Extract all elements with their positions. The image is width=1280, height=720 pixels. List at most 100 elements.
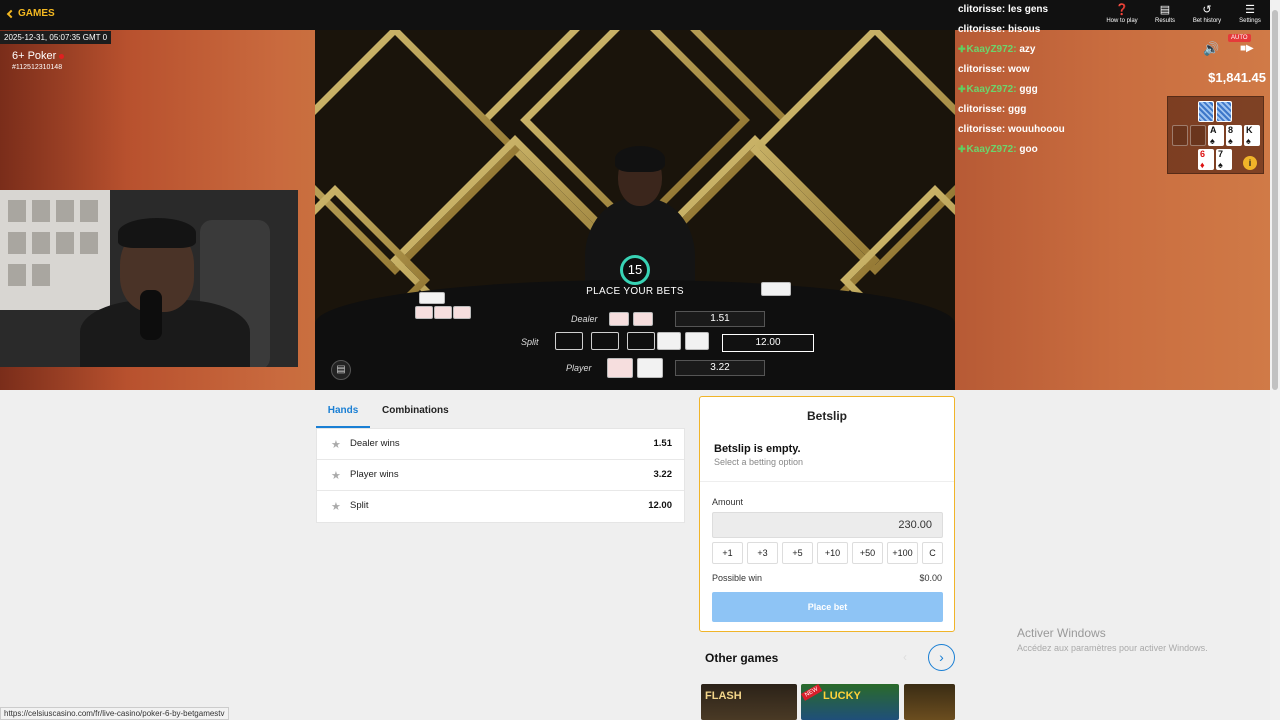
chat-user: clitorisse: xyxy=(958,124,1006,135)
status-bar-url: https://celsiuscasino.com/fr/live-casino… xyxy=(0,707,229,720)
bet-history-button[interactable]: ↺ Bet history xyxy=(1187,4,1227,24)
betslip-panel: Betslip Betslip is empty. Select a betti… xyxy=(699,396,955,632)
chat-message: clitorisse: wouuhooou xyxy=(958,124,1178,144)
amount-label: Amount xyxy=(712,497,744,507)
chip-plus-5-button[interactable]: +5 xyxy=(782,542,813,564)
favorite-star-icon[interactable]: ★ xyxy=(331,500,341,513)
bet-options-list: ★ Dealer wins 1.51 ★ Player wins 3.22 ★ … xyxy=(316,428,685,523)
bet-option-odds: 3.22 xyxy=(653,469,673,480)
card-slot xyxy=(1172,125,1188,146)
chat-user: KaayZ972: xyxy=(958,144,1017,155)
chevron-right-icon[interactable]: › xyxy=(928,644,955,671)
board-card: 6 ♦ xyxy=(1198,149,1214,170)
player-card xyxy=(637,358,663,378)
webcam-shelf xyxy=(0,190,110,310)
split-card-slot xyxy=(627,332,655,350)
bet-option-label: Dealer wins xyxy=(350,438,400,449)
bet-option-player-wins[interactable]: ★ Player wins 3.22 xyxy=(317,460,684,491)
bet-option-dealer-wins[interactable]: ★ Dealer wins 1.51 xyxy=(317,429,684,460)
chat-message: clitorisse: ggg xyxy=(958,104,1178,124)
page-scrollbar[interactable] xyxy=(1270,0,1280,720)
chip-plus-1-button[interactable]: +1 xyxy=(712,542,743,564)
split-odds-button[interactable]: 12.00 xyxy=(722,334,814,352)
settings-button[interactable]: ☰ Settings xyxy=(1230,4,1270,24)
chat-message: KaayZ972: azy xyxy=(958,44,1178,64)
other-games-title: Other games xyxy=(705,651,779,665)
dealer-odds-button[interactable]: 1.51 xyxy=(675,311,765,327)
chat-text: wouuhooou xyxy=(1008,124,1065,135)
chat-message: KaayZ972: ggg xyxy=(958,84,1178,104)
clear-amount-button[interactable]: C xyxy=(922,542,943,564)
chat-user: KaayZ972: xyxy=(958,44,1017,55)
camera-icon[interactable]: ■▶ xyxy=(1240,43,1254,54)
chat-text: les gens xyxy=(1008,4,1049,15)
chat-toggle-icon[interactable]: ▤ xyxy=(331,360,351,380)
games-link-label: GAMES xyxy=(18,8,55,19)
deck-card xyxy=(434,306,452,319)
windows-activation-subtitle: Accédez aux paramètres pour activer Wind… xyxy=(1017,643,1208,653)
chat-message: clitorisse: wow xyxy=(958,64,1178,84)
board-card: A ♠ xyxy=(1208,125,1224,146)
volume-icon[interactable]: 🔊 xyxy=(1203,41,1219,57)
place-bet-button[interactable]: Place bet xyxy=(712,592,943,622)
board-card: 7 ♠ xyxy=(1216,149,1232,170)
new-badge: NEW xyxy=(801,684,823,701)
auto-badge: AUTO xyxy=(1228,34,1251,42)
card-slot xyxy=(1190,125,1206,146)
stream-chat: clitorisse: les gens clitorisse: bisous … xyxy=(958,4,1178,164)
chat-user: clitorisse: xyxy=(958,104,1006,115)
info-icon[interactable]: i xyxy=(1243,156,1257,170)
betslip-title: Betslip xyxy=(806,409,847,423)
chip-plus-100-button[interactable]: +100 xyxy=(887,542,918,564)
board-card: K ♠ xyxy=(1244,125,1260,146)
scrollbar-thumb[interactable] xyxy=(1272,10,1278,390)
chip-plus-10-button[interactable]: +10 xyxy=(817,542,848,564)
game-thumbnail[interactable]: FLASH xyxy=(701,684,797,720)
game-title-text: 6+ Poker xyxy=(12,50,57,62)
chat-user: clitorisse: xyxy=(958,24,1006,35)
dealer-row-label: Dealer xyxy=(571,314,598,324)
dealer-card xyxy=(609,312,629,326)
bet-timer: 15 xyxy=(620,255,650,285)
settings-icon: ☰ xyxy=(1245,4,1255,16)
chevron-left-icon xyxy=(6,9,16,18)
chat-text: ggg xyxy=(1019,84,1038,95)
player-odds-button[interactable]: 3.22 xyxy=(675,360,765,376)
bet-option-odds: 12.00 xyxy=(648,500,672,511)
chevron-left-icon[interactable]: ‹ xyxy=(903,650,907,664)
card-shoe xyxy=(761,282,791,296)
amount-input[interactable] xyxy=(712,512,943,538)
chat-user: clitorisse: xyxy=(958,64,1006,75)
deck-card xyxy=(419,292,445,304)
possible-win-label: Possible win xyxy=(712,573,763,583)
tab-combinations[interactable]: Combinations xyxy=(382,400,449,428)
chat-user: clitorisse: xyxy=(958,4,1006,15)
chat-text: bisous xyxy=(1008,24,1041,35)
bet-option-label: Player wins xyxy=(350,469,399,480)
bet-history-label: Bet history xyxy=(1192,18,1222,24)
favorite-star-icon[interactable]: ★ xyxy=(331,438,341,451)
games-back-link[interactable]: GAMES xyxy=(6,8,55,19)
divider xyxy=(700,481,954,482)
chip-plus-3-button[interactable]: +3 xyxy=(747,542,778,564)
webcam-person-hair xyxy=(118,218,196,248)
chip-plus-50-button[interactable]: +50 xyxy=(852,542,883,564)
balance-display: $1,841.45 xyxy=(1208,70,1266,85)
chat-user: KaayZ972: xyxy=(958,84,1017,95)
deck-card xyxy=(415,306,433,319)
game-thumbnail[interactable] xyxy=(904,684,955,720)
card-back xyxy=(1216,101,1232,122)
settings-label: Settings xyxy=(1239,18,1261,24)
bet-option-label: Split xyxy=(350,500,369,511)
favorite-star-icon[interactable]: ★ xyxy=(331,469,341,482)
player-row-label: Player xyxy=(566,363,592,373)
game-thumbnail[interactable]: NEW LUCKY xyxy=(801,684,899,720)
split-row-label: Split xyxy=(521,337,539,347)
tab-hands[interactable]: Hands xyxy=(316,400,370,428)
windows-activation-title: Activer Windows xyxy=(1017,626,1106,640)
bet-option-split[interactable]: ★ Split 12.00 xyxy=(317,491,684,522)
split-card xyxy=(657,332,681,350)
game-round-id: #112512310148 xyxy=(12,64,63,71)
dealer-card xyxy=(633,312,653,326)
bet-tabs: Hands Combinations xyxy=(316,400,685,428)
